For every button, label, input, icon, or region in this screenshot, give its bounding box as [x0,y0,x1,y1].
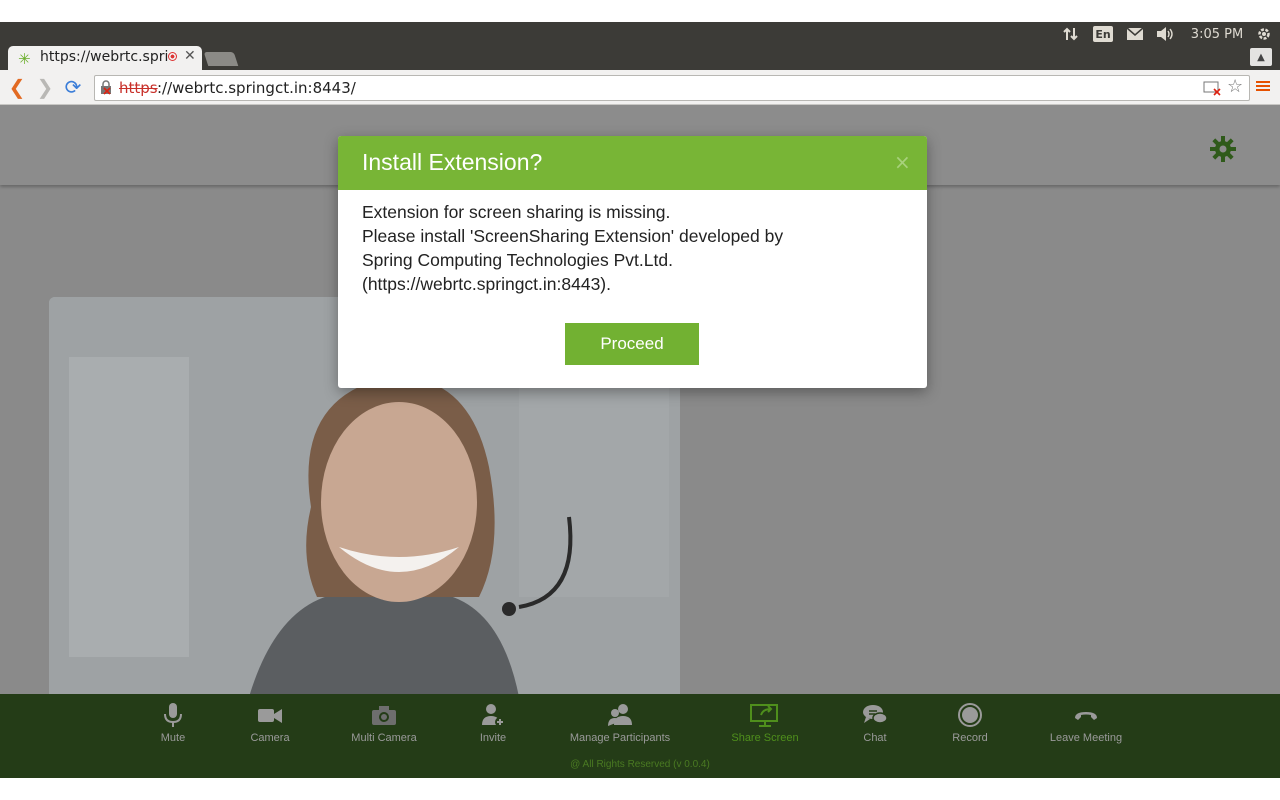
install-extension-dialog: Install Extension? × Extension for scree… [338,136,927,388]
volume-icon[interactable] [1154,22,1176,46]
invite-button[interactable]: Invite [433,702,553,744]
leave-meeting-label: Leave Meeting [1049,732,1123,744]
close-icon[interactable]: × [894,150,911,174]
clock[interactable]: 3:05 PM [1188,22,1246,46]
bookmark-star-icon[interactable]: ☆ [1227,76,1243,97]
back-icon[interactable]: ❮ [6,75,28,99]
camera-button[interactable]: Camera [210,702,330,744]
meeting-controls-bar: Mute Camera Multi Camera Invite Manage P… [0,694,1280,778]
address-bar[interactable]: https ://webrtc.springct.in:8443/ ☆ [94,75,1250,101]
browser-tab-strip: ✳ https://webrtc.springct.in:8443/ ✕ ▲ [0,46,1280,70]
top-margin [0,0,1280,22]
dialog-header: Install Extension? × [338,136,927,190]
new-tab-button[interactable] [203,52,239,66]
message-line: (https://webrtc.springct.in:8443). [362,274,611,294]
keyboard-language-icon[interactable]: En [1093,26,1113,42]
participants-icon [608,704,632,726]
forward-icon[interactable]: ❯ [34,75,56,99]
profile-icon[interactable]: ▲ [1250,48,1272,66]
share-screen-label: Share Screen [731,732,799,744]
proceed-button[interactable]: Proceed [565,323,699,365]
photo-camera-icon [372,706,396,725]
multi-camera-button[interactable]: Multi Camera [324,702,444,744]
dialog-message: Extension for screen sharing is missing.… [362,200,902,296]
system-top-bar: En 3:05 PM [0,22,1280,46]
mail-icon[interactable] [1124,22,1146,46]
reload-icon[interactable]: ⟳ [62,75,84,99]
add-user-icon [482,704,505,727]
dialog-title: Install Extension? [362,149,543,175]
favicon-icon: ✳ [18,50,31,68]
message-line: Please install 'ScreenSharing Extension'… [362,226,784,246]
browser-tab[interactable]: ✳ https://webrtc.springct.in:8443/ ✕ [8,46,202,70]
video-camera-icon [258,709,282,723]
manage-participants-label: Manage Participants [569,732,671,744]
camera-label: Camera [250,732,290,744]
share-screen-button[interactable]: Share Screen [705,702,825,744]
record-label: Record [952,732,988,744]
microphone-icon [164,703,182,727]
manage-participants-button[interactable]: Manage Participants [560,702,680,744]
settings-gear-icon[interactable] [1209,135,1237,163]
browser-menu-icon[interactable] [1256,79,1270,95]
record-icon [958,703,982,727]
multi-camera-label: Multi Camera [351,732,417,744]
invite-label: Invite [479,732,507,744]
share-screen-icon [750,704,778,727]
leave-meeting-button[interactable]: Leave Meeting [1026,702,1146,744]
mute-label: Mute [160,732,186,744]
url-text: ://webrtc.springct.in:8443/ [157,79,356,97]
recording-indicator-icon [168,52,177,61]
message-line: Extension for screen sharing is missing. [362,202,671,222]
browser-toolbar: ❮ ❯ ⟳ https ://webrtc.springct.in:8443/ … [0,70,1280,105]
chat-icon [863,705,888,724]
network-arrows-icon[interactable] [1060,22,1082,46]
blocked-popup-icon[interactable] [1203,80,1223,100]
url-scheme: https [119,79,158,97]
insecure-lock-icon [100,80,112,95]
footer-copyright: @ All Rights Reserved (v 0.0.4) [570,759,710,770]
hang-up-icon [1075,712,1097,720]
tab-title: https://webrtc.springct.in:8443/ [40,49,168,65]
tab-close-icon[interactable]: ✕ [184,48,196,64]
record-button[interactable]: Record [910,702,1030,744]
chat-label: Chat [863,732,887,744]
message-line: Spring Computing Technologies Pvt.Ltd. [362,250,673,270]
power-gear-icon[interactable] [1254,22,1274,46]
